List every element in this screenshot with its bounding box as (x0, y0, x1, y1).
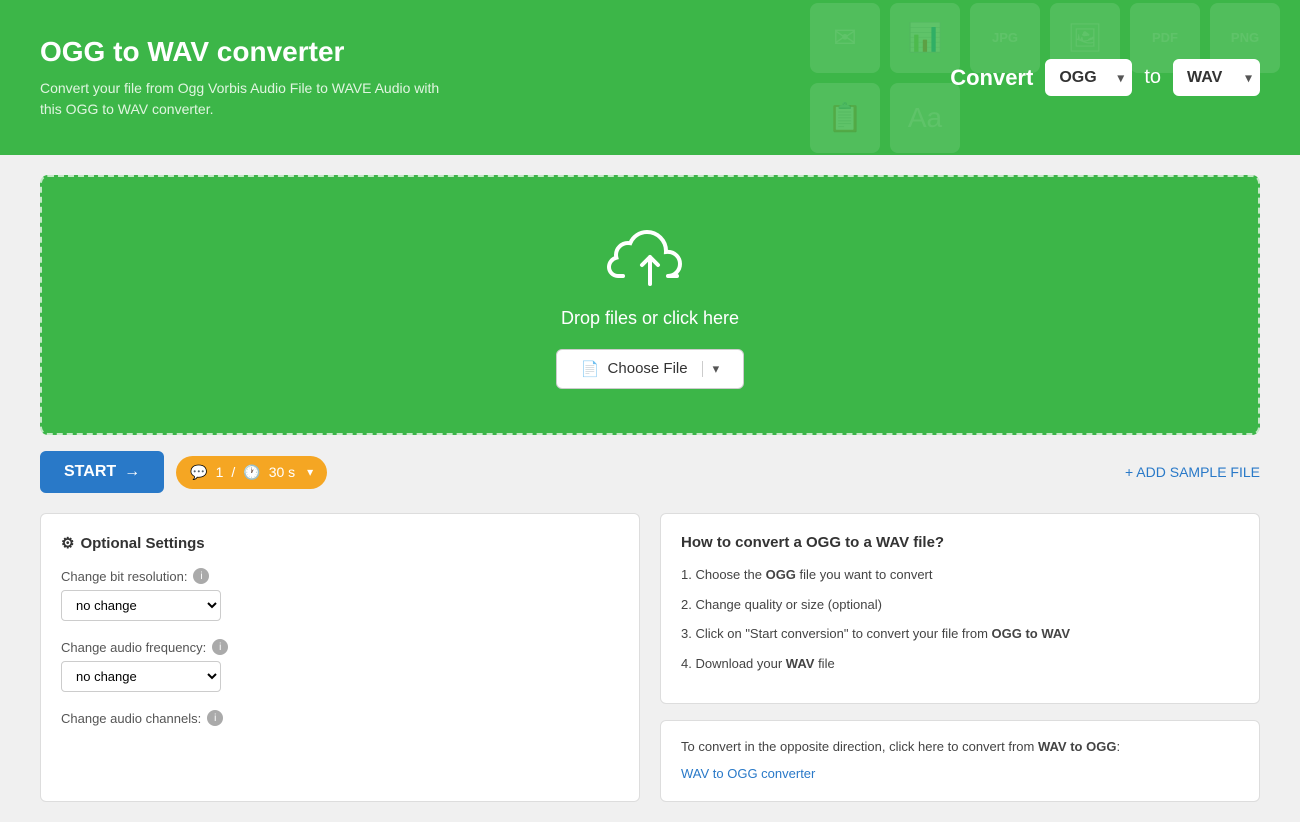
bit-resolution-row: Change bit resolution: i no change 8 bit… (61, 568, 619, 621)
opposite-box: To convert in the opposite direction, cl… (660, 720, 1260, 802)
howto-step-2: Change quality or size (optional) (681, 595, 1239, 615)
opposite-link[interactable]: WAV to OGG converter (681, 764, 1239, 785)
audio-channels-row: Change audio channels: i (61, 710, 619, 726)
opposite-text: To convert in the opposite direction, cl… (681, 739, 1120, 754)
start-button[interactable]: START (40, 451, 164, 493)
queue-time: 30 s (269, 464, 295, 480)
audio-frequency-select[interactable]: no change 8000 Hz 22050 Hz 44100 Hz 4800… (61, 661, 221, 692)
choose-file-button[interactable]: 📄 Choose File ▾ (556, 349, 744, 389)
bit-resolution-label: Change bit resolution: i (61, 568, 619, 584)
header-left: OGG to WAV converter Convert your file f… (40, 36, 460, 120)
start-row: START 💬 1 / 🕐 30 s ▾ + ADD SAMPLE FILE (40, 451, 1260, 493)
page-description: Convert your file from Ogg Vorbis Audio … (40, 78, 460, 120)
page-header: OGG to WAV converter Convert your file f… (0, 0, 1300, 155)
right-column: How to convert a OGG to a WAV file? Choo… (660, 513, 1260, 802)
choose-file-dropdown-arrow[interactable]: ▾ (702, 361, 720, 377)
audio-frequency-info-icon[interactable]: i (212, 639, 228, 655)
convert-label: Convert (950, 65, 1033, 91)
bottom-panels: ⚙ Optional Settings Change bit resolutio… (40, 513, 1260, 802)
page-title: OGG to WAV converter (40, 36, 460, 68)
bg-icon-doc: 📋 (810, 83, 880, 153)
queue-expand-arrow[interactable]: ▾ (307, 465, 313, 479)
from-format-select[interactable]: OGG MP3 WAV FLAC AAC (1045, 59, 1132, 96)
drop-text: Drop files or click here (561, 308, 739, 329)
from-format-wrapper[interactable]: OGG MP3 WAV FLAC AAC (1045, 59, 1132, 96)
howto-step-4: Download your WAV file (681, 654, 1239, 674)
optional-settings-title: ⚙ Optional Settings (61, 534, 619, 552)
audio-frequency-label: Change audio frequency: i (61, 639, 619, 655)
header-right: Convert OGG MP3 WAV FLAC AAC to WAV MP3 … (950, 59, 1260, 96)
audio-channels-label: Change audio channels: i (61, 710, 619, 726)
to-format-select[interactable]: WAV MP3 OGG FLAC AAC (1173, 59, 1260, 96)
howto-list: Choose the OGG file you want to convert … (681, 565, 1239, 673)
main-content: Drop files or click here 📄 Choose File ▾… (0, 155, 1300, 822)
clock-icon: 🕐 (243, 464, 260, 481)
add-sample-label: + ADD SAMPLE FILE (1125, 464, 1260, 480)
to-format-wrapper[interactable]: WAV MP3 OGG FLAC AAC (1173, 59, 1260, 96)
add-sample-button[interactable]: + ADD SAMPLE FILE (1125, 464, 1260, 480)
start-left: START 💬 1 / 🕐 30 s ▾ (40, 451, 327, 493)
start-label: START (64, 463, 116, 481)
upload-area[interactable]: Drop files or click here 📄 Choose File ▾ (40, 175, 1260, 435)
howto-step-3: Click on "Start conversion" to convert y… (681, 624, 1239, 644)
queue-icon: 💬 (190, 464, 207, 481)
howto-step-1: Choose the OGG file you want to convert (681, 565, 1239, 585)
queue-badge[interactable]: 💬 1 / 🕐 30 s ▾ (176, 456, 327, 489)
howto-panel: How to convert a OGG to a WAV file? Choo… (660, 513, 1260, 704)
file-icon: 📄 (581, 360, 600, 378)
queue-count: 1 (216, 464, 224, 480)
optional-settings-panel: ⚙ Optional Settings Change bit resolutio… (40, 513, 640, 802)
cloud-upload-icon (605, 222, 695, 292)
audio-frequency-row: Change audio frequency: i no change 8000… (61, 639, 619, 692)
bg-icon-email: ✉ (810, 3, 880, 73)
choose-file-label: Choose File (608, 360, 688, 377)
queue-separator: / (231, 464, 235, 480)
audio-channels-info-icon[interactable]: i (207, 710, 223, 726)
to-label: to (1144, 66, 1161, 89)
howto-title: How to convert a OGG to a WAV file? (681, 534, 1239, 551)
bit-resolution-select[interactable]: no change 8 bit 16 bit 24 bit 32 bit (61, 590, 221, 621)
gear-icon: ⚙ (61, 534, 74, 552)
bit-resolution-info-icon[interactable]: i (193, 568, 209, 584)
